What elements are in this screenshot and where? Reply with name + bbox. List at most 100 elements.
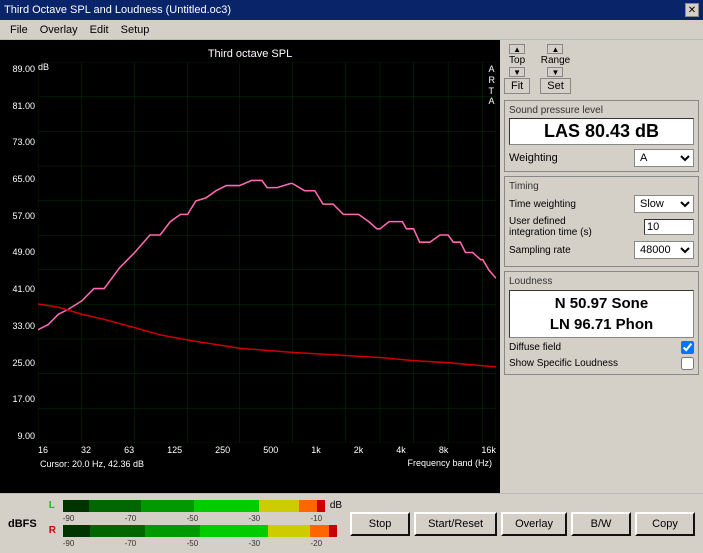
time-weighting-select[interactable]: Slow Fast Impulse [634, 195, 694, 213]
menu-setup[interactable]: Setup [115, 22, 156, 38]
specific-loudness-checkbox[interactable] [681, 357, 694, 370]
y-axis-unit-label: dB [38, 62, 49, 72]
start-reset-button[interactable]: Start/Reset [414, 512, 497, 536]
integration-label: User definedintegration time (s) [509, 216, 644, 238]
meter-tick-90: -90 [63, 514, 75, 523]
copy-button[interactable]: Copy [635, 512, 695, 536]
y-label: 49.00 [12, 247, 35, 257]
y-label: 65.00 [12, 174, 35, 184]
meter-L-bar [63, 500, 325, 512]
y-label: 81.00 [12, 101, 35, 111]
y-label: 57.00 [12, 211, 35, 221]
main-container: Third octave SPL 89.00 81.00 73.00 65.00… [0, 40, 703, 493]
x-label-63: 63 [124, 445, 134, 455]
range-label: Range [541, 55, 570, 66]
bw-button[interactable]: B/W [571, 512, 631, 536]
meter-tick-10: -10 [310, 514, 322, 523]
db-label: dB [330, 500, 342, 511]
x-label-16: 16 [38, 445, 48, 455]
meter-tick-r-90: -90 [63, 539, 75, 548]
diffuse-field-checkbox[interactable] [681, 341, 694, 354]
sampling-rate-select[interactable]: 48000 44100 [634, 241, 694, 259]
chart-wrapper: 89.00 81.00 73.00 65.00 57.00 49.00 41.0… [4, 62, 496, 457]
meter-R-bar [63, 525, 337, 537]
meter-R-label: R [49, 525, 61, 536]
bottom-bar: dBFS L dB -90 -70 -50 -30 -10 R [0, 493, 703, 553]
meter-L-label: L [49, 500, 61, 511]
top-label: Top [509, 55, 525, 66]
menu-edit[interactable]: Edit [84, 22, 115, 38]
top-up-button[interactable]: ▲ [509, 44, 525, 54]
loudness-line1: N 50.97 Sone [514, 293, 689, 314]
timing-section-label: Timing [509, 181, 694, 192]
x-label-250: 250 [215, 445, 230, 455]
menu-overlay[interactable]: Overlay [34, 22, 84, 38]
top-controls: ▲ Top ▼ Fit ▲ Range ▼ Set [504, 44, 699, 94]
sampling-rate-label: Sampling rate [509, 245, 634, 256]
x-label-32: 32 [81, 445, 91, 455]
top-down-button[interactable]: ▼ [509, 67, 525, 77]
freq-band-label: Frequency band (Hz) [407, 458, 492, 470]
meter-row-L: L dB [49, 500, 342, 512]
y-label: 25.00 [12, 358, 35, 368]
loudness-section-label: Loudness [509, 276, 694, 287]
right-panel: ▲ Top ▼ Fit ▲ Range ▼ Set Sound pressure… [500, 40, 703, 493]
meter-tick-r-10: -20 [310, 539, 322, 548]
x-label-16k: 16k [481, 445, 496, 455]
meter-tick-50: -50 [187, 514, 199, 523]
x-label-2k: 2k [354, 445, 364, 455]
integration-row: User definedintegration time (s) [509, 216, 694, 238]
y-label: 73.00 [12, 137, 35, 147]
spl-section: Sound pressure level LAS 80.43 dB Weight… [504, 100, 699, 172]
meter-row-R: R [49, 525, 342, 537]
loudness-section: Loudness N 50.97 Sone LN 96.71 Phon Diff… [504, 271, 699, 375]
timing-section: Timing Time weighting Slow Fast Impulse … [504, 176, 699, 267]
diffuse-field-label: Diffuse field [509, 342, 561, 353]
arta-label: ARTA [489, 64, 496, 107]
spl-value: LAS 80.43 dB [509, 118, 694, 145]
y-label: 41.00 [12, 284, 35, 294]
range-down-button[interactable]: ▼ [547, 67, 563, 77]
chart-area: Third octave SPL 89.00 81.00 73.00 65.00… [0, 40, 500, 493]
dbfs-label: dBFS [8, 518, 37, 530]
specific-loudness-row: Show Specific Loudness [509, 357, 694, 370]
fit-button[interactable]: Fit [504, 78, 530, 94]
cursor-info: Cursor: 20.0 Hz, 42.36 dB [40, 458, 144, 470]
y-label: 33.00 [12, 321, 35, 331]
weighting-select[interactable]: A B C Z [634, 149, 694, 167]
time-weighting-row: Time weighting Slow Fast Impulse [509, 195, 694, 213]
stop-button[interactable]: Stop [350, 512, 410, 536]
level-meters: L dB -90 -70 -50 -30 -10 R [49, 500, 342, 548]
x-label-500: 500 [263, 445, 278, 455]
time-weighting-label: Time weighting [509, 199, 634, 210]
sampling-rate-row: Sampling rate 48000 44100 [509, 241, 694, 259]
set-button[interactable]: Set [540, 78, 571, 94]
loudness-line2: LN 96.71 Phon [514, 314, 689, 335]
meter-tick-70: -70 [125, 514, 137, 523]
specific-loudness-label: Show Specific Loudness [509, 358, 618, 369]
chart-svg [38, 62, 496, 443]
y-label: 9.00 [17, 431, 35, 441]
action-buttons: Stop Start/Reset Overlay B/W Copy [350, 512, 695, 536]
x-label-4k: 4k [396, 445, 406, 455]
meter-tick-r-30: -30 [249, 539, 261, 548]
loudness-value: N 50.97 Sone LN 96.71 Phon [509, 290, 694, 338]
x-label-1k: 1k [311, 445, 321, 455]
integration-input[interactable] [644, 219, 694, 235]
spl-section-label: Sound pressure level [509, 105, 694, 116]
weighting-label: Weighting [509, 152, 558, 164]
weighting-row: Weighting A B C Z [509, 149, 694, 167]
chart-title: Third octave SPL [4, 48, 496, 60]
menu-file[interactable]: File [4, 22, 34, 38]
range-up-button[interactable]: ▲ [547, 44, 563, 54]
y-label: 17.00 [12, 394, 35, 404]
red-curve [38, 304, 496, 367]
close-button[interactable]: ✕ [685, 3, 699, 17]
meter-tick-r-70: -70 [125, 539, 137, 548]
pink-curve [38, 180, 496, 329]
window-title: Third Octave SPL and Loudness (Untitled.… [4, 4, 231, 16]
title-bar: Third Octave SPL and Loudness (Untitled.… [0, 0, 703, 20]
x-label-8k: 8k [439, 445, 449, 455]
overlay-button[interactable]: Overlay [501, 512, 567, 536]
y-label: 89.00 [12, 64, 35, 74]
